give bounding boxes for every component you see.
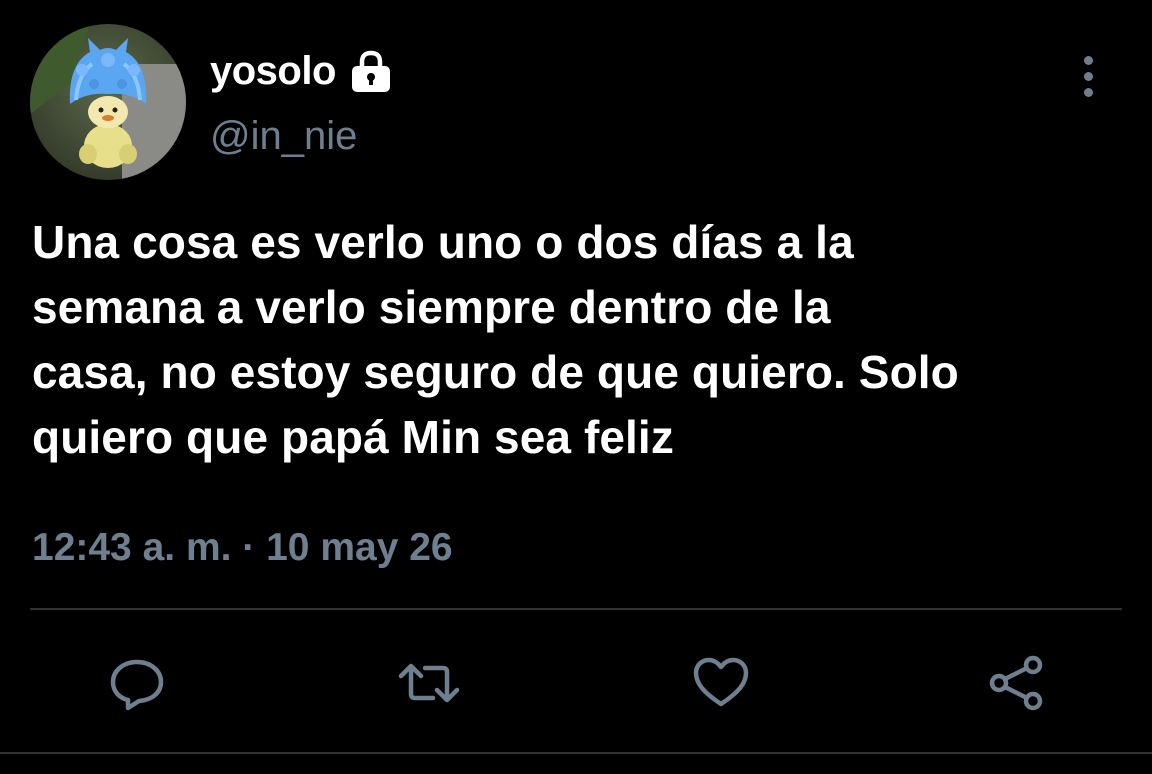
like-icon <box>691 654 751 712</box>
share-icon <box>987 653 1047 713</box>
lock-icon <box>348 48 394 94</box>
divider <box>30 608 1122 610</box>
tweet-detail: yosolo @in_nie Una cosa es verlo uno o d… <box>0 0 1152 774</box>
more-vertical-icon[interactable] <box>1066 48 1110 104</box>
retweet-button[interactable] <box>398 652 460 714</box>
reply-icon <box>108 654 166 712</box>
tweet-text: Una cosa es verlo uno o dos días a la se… <box>32 216 959 463</box>
share-button[interactable] <box>986 652 1048 714</box>
user-handle[interactable]: @in_nie <box>210 114 357 159</box>
reply-button[interactable] <box>106 652 168 714</box>
bottom-divider <box>0 752 1152 754</box>
display-name-row: yosolo <box>210 46 394 96</box>
like-button[interactable] <box>690 652 752 714</box>
retweet-icon <box>397 654 461 712</box>
avatar[interactable] <box>30 24 186 180</box>
display-name[interactable]: yosolo <box>210 49 336 94</box>
tweet-timestamp[interactable]: 12:43 a. m. · 10 may 26 <box>32 526 453 570</box>
